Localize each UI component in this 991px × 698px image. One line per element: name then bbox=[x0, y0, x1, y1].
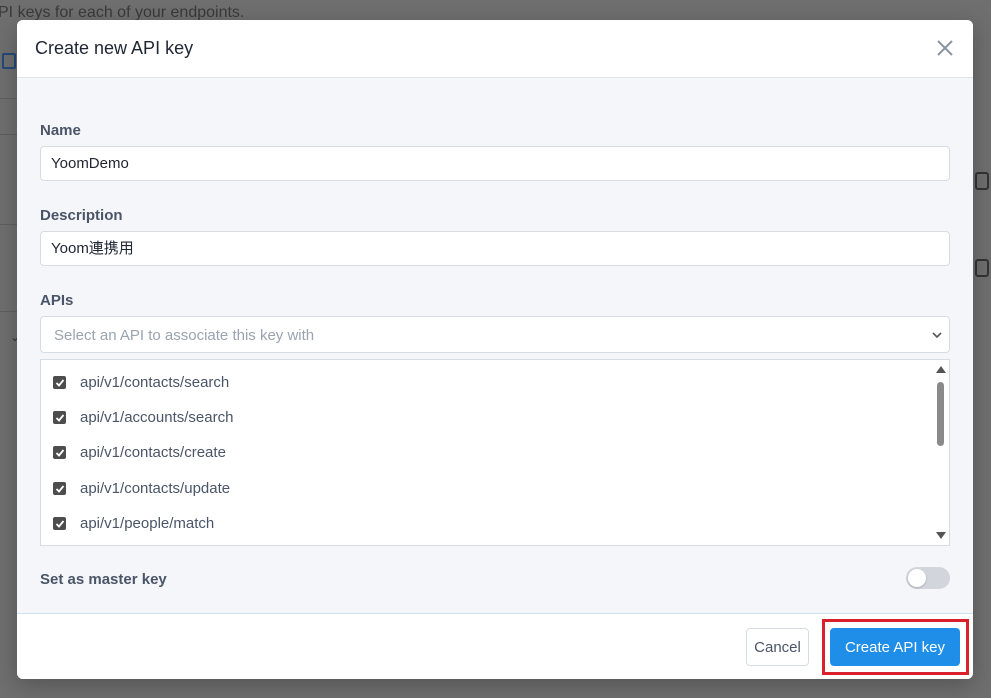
create-api-key-button[interactable]: Create API key bbox=[830, 628, 960, 666]
api-item-people-match[interactable]: api/v1/people/match bbox=[41, 507, 931, 541]
check-icon bbox=[55, 413, 64, 422]
scroll-down-arrow-icon[interactable] bbox=[936, 532, 946, 539]
divider bbox=[0, 98, 18, 99]
modal-title: Create new API key bbox=[35, 38, 194, 58]
checkbox-checked[interactable] bbox=[53, 517, 66, 530]
scrollbar[interactable] bbox=[933, 360, 949, 545]
copy-icon bbox=[975, 259, 989, 277]
modal-footer: Cancel Create API key bbox=[17, 613, 973, 679]
divider bbox=[0, 224, 18, 225]
checkbox-checked[interactable] bbox=[53, 482, 66, 495]
check-icon bbox=[55, 378, 64, 387]
chevron-down-icon bbox=[932, 332, 942, 339]
api-item-label: api/v1/people/match bbox=[80, 515, 215, 532]
api-item-accounts-search[interactable]: api/v1/accounts/search bbox=[41, 401, 931, 435]
cancel-button[interactable]: Cancel bbox=[746, 628, 809, 666]
modal-header: Create new API key bbox=[17, 20, 973, 78]
api-select-placeholder: Select an API to associate this key with bbox=[54, 327, 315, 344]
checkbox-checked[interactable] bbox=[53, 446, 66, 459]
api-item-label: api/v1/accounts/search bbox=[80, 409, 234, 426]
divider bbox=[0, 311, 18, 312]
api-select[interactable]: Select an API to associate this key with bbox=[40, 316, 950, 353]
master-key-label: Set as master key bbox=[40, 571, 167, 588]
scroll-thumb[interactable] bbox=[937, 382, 944, 446]
create-api-key-modal: Create new API key Name YoomDemo Descrip… bbox=[17, 20, 973, 679]
check-icon bbox=[55, 519, 64, 528]
api-item-label: api/v1/contacts/update bbox=[80, 480, 231, 497]
api-item-label: api/v1/contacts/search bbox=[80, 374, 230, 391]
check-icon bbox=[55, 448, 64, 457]
copy-icon bbox=[975, 172, 989, 190]
description-input[interactable]: Yoom連携用 bbox=[40, 231, 950, 266]
description-label: Description bbox=[40, 207, 123, 224]
api-checkbox-list: api/v1/contacts/search api/v1/accounts/s… bbox=[40, 359, 950, 546]
checkbox-checked[interactable] bbox=[53, 411, 66, 424]
master-key-toggle[interactable] bbox=[906, 567, 950, 589]
api-item-contacts-search[interactable]: api/v1/contacts/search bbox=[41, 366, 931, 400]
divider bbox=[0, 134, 18, 135]
modal-body: Name YoomDemo Description Yoom連携用 APIs S… bbox=[17, 79, 973, 613]
document-icon bbox=[2, 53, 16, 69]
name-input[interactable]: YoomDemo bbox=[40, 146, 950, 181]
close-icon bbox=[937, 40, 953, 56]
api-item-contacts-update[interactable]: api/v1/contacts/update bbox=[41, 472, 931, 506]
toggle-knob bbox=[908, 569, 926, 587]
apis-label: APIs bbox=[40, 292, 74, 309]
close-button[interactable] bbox=[931, 34, 959, 62]
name-label: Name bbox=[40, 122, 81, 139]
api-item-contacts-create[interactable]: api/v1/contacts/create bbox=[41, 436, 931, 470]
check-icon bbox=[55, 484, 64, 493]
api-item-label: api/v1/contacts/create bbox=[80, 444, 226, 461]
checkbox-checked[interactable] bbox=[53, 376, 66, 389]
scroll-up-arrow-icon[interactable] bbox=[936, 366, 946, 373]
